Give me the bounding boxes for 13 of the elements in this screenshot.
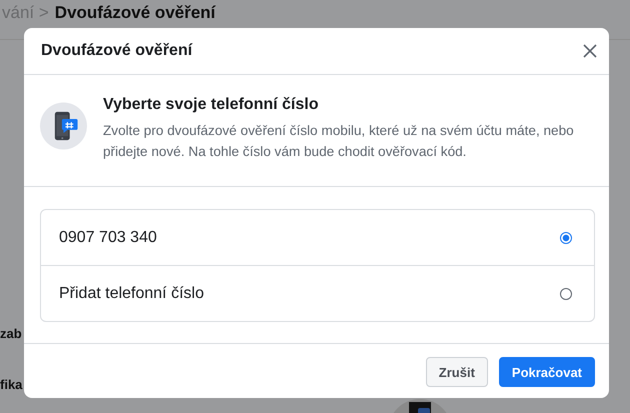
phone-option[interactable]: Přidat telefonní číslo bbox=[41, 265, 594, 321]
radio-button[interactable] bbox=[560, 232, 572, 244]
dialog-title: Dvoufázové ověření bbox=[41, 42, 192, 60]
phone-option[interactable]: 0907 703 340 bbox=[41, 210, 594, 265]
close-icon[interactable] bbox=[583, 44, 597, 58]
description: Zvolte pro dvoufázové ověření číslo mobilu, které už na svém účtu máte, nebo přidejte nové. Na tohle číslo vám bude chodit ověřovací kód. bbox=[103, 122, 575, 161]
section-label: fika bbox=[0, 377, 22, 392]
continue-button[interactable]: Pokračovat bbox=[498, 357, 595, 387]
radio-button[interactable] bbox=[560, 288, 572, 300]
page-title: Dvoufázové ověření bbox=[54, 3, 216, 22]
section-heading: Vyberte svoje telefonní číslo bbox=[103, 96, 320, 114]
cancel-button[interactable]: Zrušit bbox=[426, 357, 488, 387]
section-title: zab bbox=[0, 326, 22, 341]
